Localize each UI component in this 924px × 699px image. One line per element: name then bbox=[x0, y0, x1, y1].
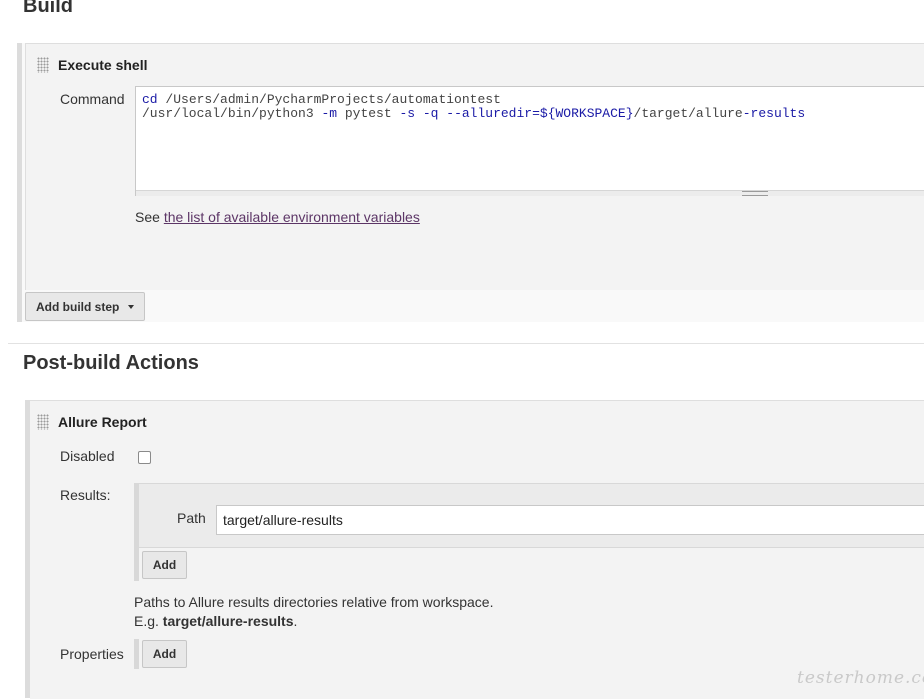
add-property-label: Add bbox=[152, 647, 177, 661]
textarea-resize-grip[interactable] bbox=[136, 190, 924, 196]
watermark: testerhome.com bbox=[797, 668, 924, 688]
path-input-value: target/allure-results bbox=[223, 512, 343, 528]
properties-label: Properties bbox=[60, 646, 124, 662]
command-python-path: /usr/local/bin/python3 bbox=[142, 106, 322, 121]
disabled-checkbox[interactable] bbox=[138, 451, 151, 464]
command-textarea[interactable]: cd /Users/admin/PycharmProjects/automati… bbox=[135, 86, 924, 196]
add-build-step-button[interactable]: Add build step bbox=[25, 292, 145, 321]
command-line-2: /usr/local/bin/python3 -m pytest -s -q -… bbox=[142, 106, 805, 121]
command-line-1: cd /Users/admin/PycharmProjects/automati… bbox=[142, 92, 501, 107]
path-label: Path bbox=[177, 510, 206, 526]
command-label: Command bbox=[60, 91, 125, 107]
drag-handle-icon[interactable] bbox=[37, 57, 49, 73]
grip-icon[interactable] bbox=[742, 191, 768, 196]
results-help-line-1: Paths to Allure results directories rela… bbox=[134, 594, 494, 610]
execute-shell-title: Execute shell bbox=[58, 57, 148, 73]
section-divider bbox=[8, 343, 924, 344]
add-property-button[interactable]: Add bbox=[142, 640, 187, 668]
help-example-suffix: . bbox=[293, 613, 298, 629]
allure-report-title: Allure Report bbox=[58, 414, 147, 430]
command-workspace-var: =${WORKSPACE} bbox=[532, 106, 634, 121]
command-pytest: pytest bbox=[337, 106, 400, 121]
command-cd: cd bbox=[142, 92, 158, 107]
drag-handle-icon[interactable] bbox=[37, 414, 49, 430]
add-build-step-label: Add build step bbox=[36, 299, 120, 314]
path-input[interactable]: target/allure-results bbox=[216, 505, 924, 535]
post-build-section-title: Post-build Actions bbox=[23, 352, 199, 374]
see-prefix: See bbox=[135, 209, 164, 225]
caret-down-icon bbox=[128, 304, 135, 309]
help-example-path: target/allure-results bbox=[162, 613, 294, 629]
results-help-line-2: E.g. target/allure-results. bbox=[134, 613, 297, 629]
build-section-title: Build bbox=[23, 0, 73, 17]
env-vars-link[interactable]: the list of available environment variab… bbox=[164, 209, 420, 225]
results-label: Results: bbox=[60, 487, 111, 503]
command-flag-m: -m bbox=[321, 106, 338, 121]
command-results-suffix: -results bbox=[742, 106, 806, 121]
env-vars-help: See the list of available environment va… bbox=[135, 209, 420, 225]
command-target-path: /target/allure bbox=[633, 106, 743, 121]
command-flags: -s -q --alluredir bbox=[399, 106, 533, 121]
disabled-label: Disabled bbox=[60, 448, 115, 464]
help-example-prefix: E.g. bbox=[134, 613, 163, 629]
add-result-path-button[interactable]: Add bbox=[142, 551, 187, 579]
properties-container-bar bbox=[134, 639, 139, 669]
add-result-path-label: Add bbox=[152, 558, 177, 572]
